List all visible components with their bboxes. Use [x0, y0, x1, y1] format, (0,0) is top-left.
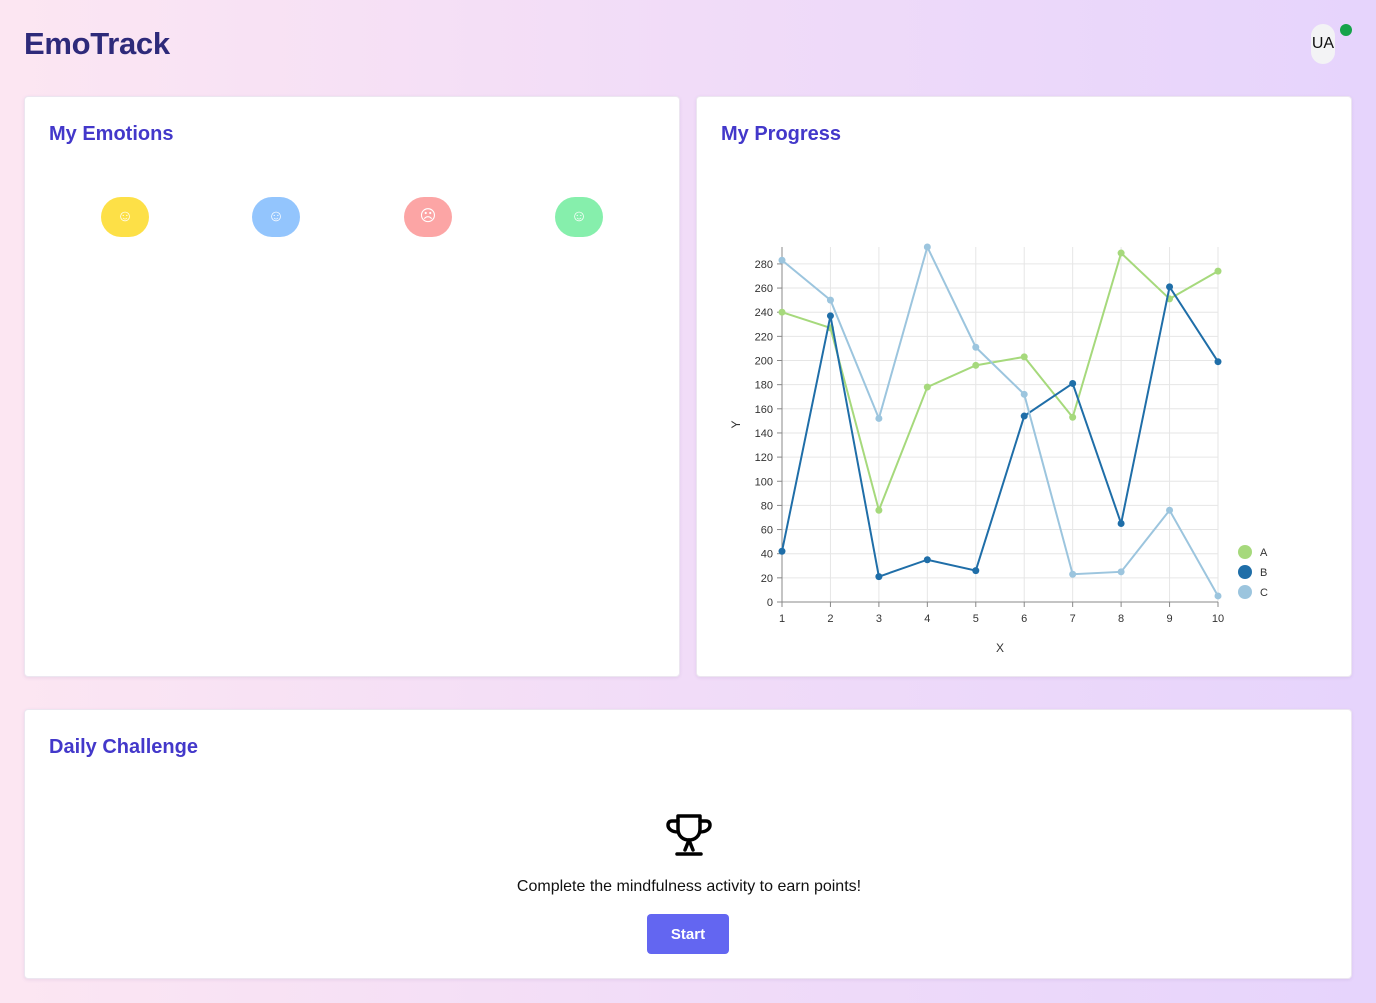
y-tick-label: 180: [755, 380, 773, 392]
x-tick-label: 9: [1166, 613, 1172, 625]
data-point-B: [1166, 283, 1174, 291]
emotions-card-title: My Emotions: [49, 123, 174, 145]
smile-icon: ☺: [116, 208, 134, 225]
daily-challenge-card: Daily Challenge Complete the mindfulness…: [24, 709, 1352, 979]
y-tick-label: 200: [755, 356, 773, 368]
x-tick-label: 2: [827, 613, 833, 625]
data-point-A: [778, 308, 786, 316]
y-tick-label: 160: [755, 404, 773, 416]
data-point-A: [1214, 267, 1222, 275]
data-point-B: [1069, 379, 1077, 387]
data-point-C: [778, 256, 786, 264]
data-point-C: [972, 343, 980, 351]
x-tick-label: 1: [779, 613, 785, 625]
data-point-B: [1214, 358, 1222, 366]
data-point-C: [826, 296, 834, 304]
data-point-B: [875, 573, 883, 581]
progress-card: My Progress 0 20 40 60 80 100 120 140 160 180 200 2…: [696, 96, 1352, 677]
data-point-A: [972, 361, 980, 369]
series-line-A: [781, 251, 1219, 514]
data-point-B: [972, 567, 980, 575]
y-tick-label: 40: [761, 549, 773, 561]
data-point-B: [1020, 412, 1028, 420]
x-tick-label: 6: [1021, 613, 1027, 625]
legend-swatch-A: [1238, 545, 1252, 559]
y-tick-label: 220: [755, 331, 773, 343]
legend-swatch-B: [1238, 565, 1252, 579]
frown-icon: ☹: [419, 208, 437, 225]
data-point-A: [875, 506, 883, 514]
data-point-B: [1117, 520, 1125, 528]
data-point-B: [826, 312, 834, 320]
smile-icon: ☺: [267, 208, 285, 225]
y-tick-label: 120: [755, 452, 773, 464]
y-tick-label: 260: [755, 283, 773, 295]
trophy-icon: [666, 814, 712, 856]
challenge-card-title: Daily Challenge: [49, 736, 198, 758]
data-point-C: [1069, 570, 1077, 578]
y-tick-label: 100: [755, 476, 773, 488]
data-point-B: [923, 556, 931, 564]
data-point-C: [1117, 568, 1125, 576]
x-tick-label: 3: [876, 613, 882, 625]
app-title: EmoTrack: [24, 26, 170, 61]
legend-label-B: B: [1260, 567, 1267, 579]
legend-swatch-C: [1238, 585, 1252, 599]
x-tick-label: 10: [1212, 613, 1224, 625]
y-tick-label: 80: [761, 500, 773, 512]
smile-icon: ☺: [570, 208, 588, 225]
data-point-A: [923, 383, 931, 391]
y-tick-label: 60: [761, 525, 773, 537]
data-point-C: [1166, 506, 1174, 514]
legend-label-A: A: [1260, 547, 1268, 559]
y-axis-title: Y: [729, 420, 743, 428]
emotions-card: My Emotions ☺ ☺ ☹ ☺: [24, 96, 680, 677]
y-tick-label: 280: [755, 259, 773, 271]
legend-label-C: C: [1260, 587, 1268, 599]
user-avatar[interactable]: UA: [1311, 24, 1335, 64]
challenge-description: Complete the mindfulness activity to ear…: [516, 878, 862, 895]
series-line-C: [781, 244, 1219, 597]
data-point-A: [1069, 413, 1077, 421]
emotion-button-sad-red[interactable]: ☹: [404, 197, 452, 237]
progress-line-chart: 0 20 40 60 80 100 120 140 160 180 200 220 240 260 280 1…: [729, 243, 1268, 655]
y-tick-label: 240: [755, 307, 773, 319]
x-tick-label: 4: [924, 613, 930, 625]
start-challenge-button[interactable]: Start: [647, 914, 729, 954]
online-status-dot: [1340, 24, 1352, 36]
y-tick-label: 20: [761, 573, 773, 585]
data-point-A: [1020, 353, 1028, 361]
data-point-A: [1117, 249, 1125, 257]
x-tick-label: 5: [973, 613, 979, 625]
y-tick-label: 140: [755, 428, 773, 440]
data-point-C: [1020, 390, 1028, 398]
emotion-button-happy-green[interactable]: ☺: [555, 197, 603, 237]
data-point-C: [875, 414, 883, 422]
x-axis-title: X: [996, 641, 1004, 655]
data-point-B: [778, 547, 786, 555]
x-tick-label: 7: [1070, 613, 1076, 625]
emotion-button-happy-yellow[interactable]: ☺: [101, 197, 149, 237]
emotion-button-happy-blue[interactable]: ☺: [252, 197, 300, 237]
y-tick-label: 0: [767, 597, 773, 609]
data-point-C: [923, 243, 931, 251]
x-tick-label: 8: [1118, 613, 1124, 625]
data-point-C: [1214, 592, 1222, 600]
